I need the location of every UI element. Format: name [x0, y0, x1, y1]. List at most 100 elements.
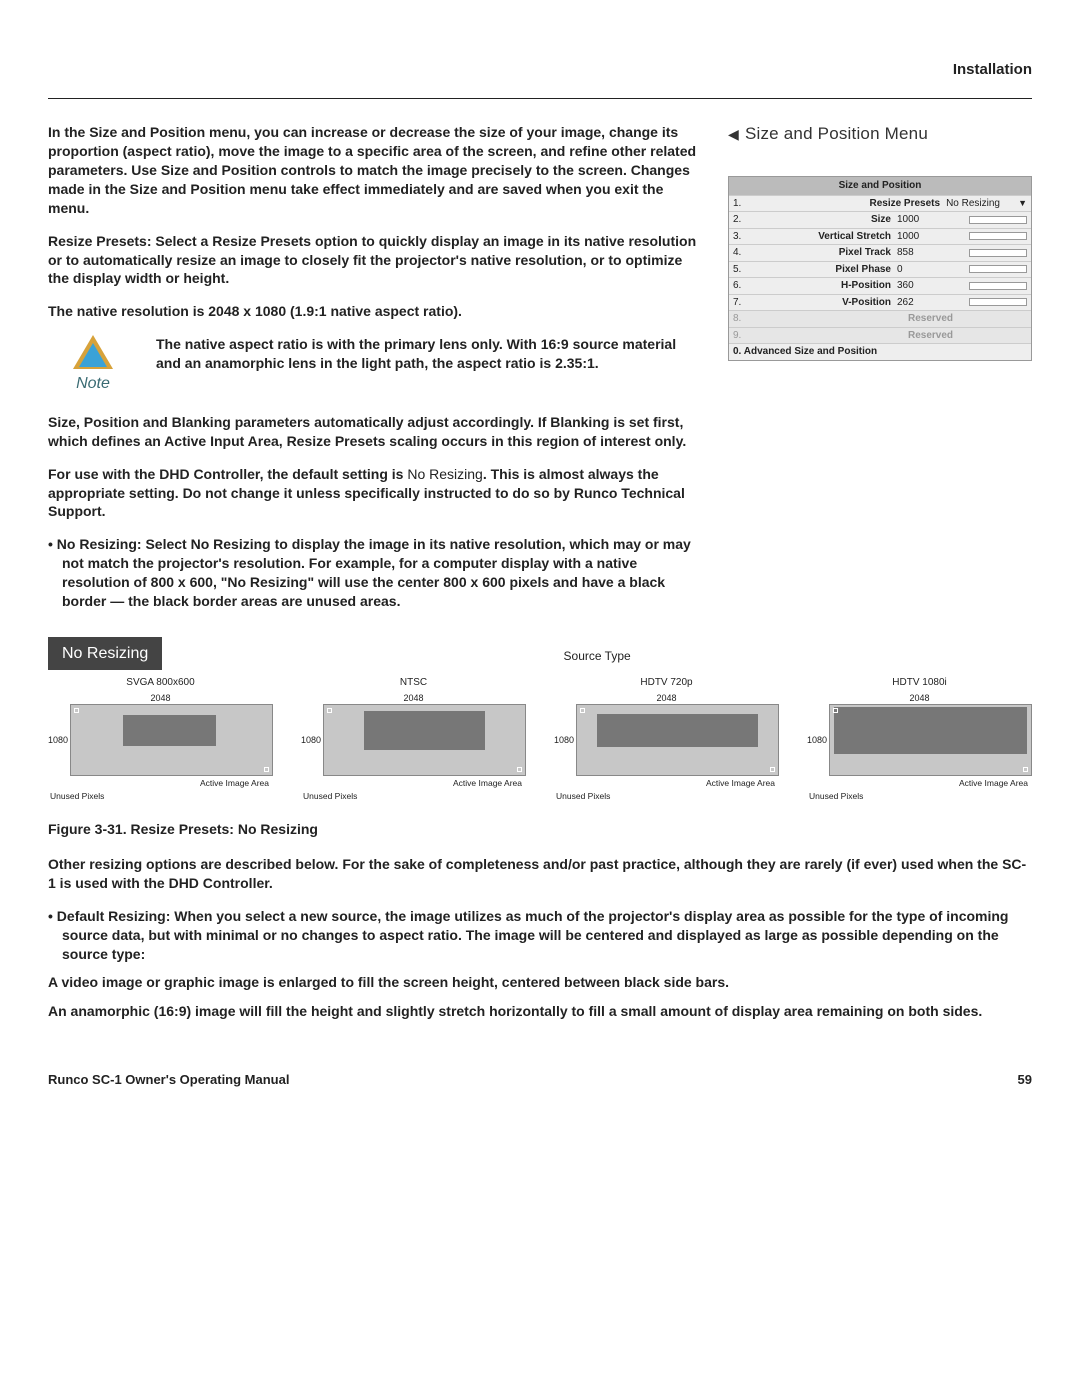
warning-icon — [73, 335, 113, 369]
thumb: HDTV 1080i 2048 1080 Active Image Area Unuse… — [807, 676, 1032, 802]
menu-value: 262 — [895, 296, 965, 310]
menu-label: Size — [749, 213, 895, 227]
thumb-width: 2048 — [554, 692, 779, 704]
resize-presets-head: Resize Presets: — [48, 233, 155, 249]
sub-bullet-2: An anamorphic (16:9) image will fill the… — [62, 1002, 1032, 1021]
thumb-frame — [70, 704, 273, 776]
active-area-label: Active Image Area — [807, 778, 1032, 789]
other-options-para: Other resizing options are described bel… — [48, 855, 1032, 893]
thumb-width: 2048 — [301, 692, 526, 704]
menu-slider[interactable] — [969, 282, 1027, 290]
menu-num: 7. — [733, 296, 749, 310]
bullet-list-2: Default Resizing: When you select a new … — [48, 907, 1032, 1021]
thumb-frame — [323, 704, 526, 776]
unused-pixels-label: Unused Pixels — [48, 791, 273, 802]
menu-slider[interactable] — [969, 232, 1027, 240]
active-image-area — [597, 714, 758, 748]
figure-tab: No Resizing — [48, 637, 162, 671]
menu-foot[interactable]: 0. Advanced Size and Position — [729, 343, 1031, 360]
sub-bullet-1: A video image or graphic image is enlarg… — [62, 973, 1032, 992]
page-footer: Runco SC-1 Owner's Operating Manual 59 — [48, 1071, 1032, 1089]
thumb-height: 1080 — [807, 734, 829, 746]
menu-num: 6. — [733, 279, 749, 293]
native-res-para: The native resolution is 2048 x 1080 (1.… — [48, 302, 700, 321]
bullet-list-1: No Resizing: Select No Resizing to displ… — [48, 535, 700, 611]
menu-row[interactable]: 2.Size1000 — [729, 211, 1031, 228]
menu-row[interactable]: 5.Pixel Phase0 — [729, 261, 1031, 278]
menu-value: 858 — [895, 246, 965, 260]
side-column: ◀ Size and Position Menu Size and Positio… — [728, 123, 1032, 625]
unused-pixels-label: Unused Pixels — [554, 791, 779, 802]
thumb-name: NTSC — [301, 676, 526, 690]
b1a: No Resizing: — [57, 536, 146, 552]
menu-label: Reserved — [749, 312, 957, 326]
menu-value: No Resizing — [944, 197, 1014, 211]
menu-num: 4. — [733, 246, 749, 260]
main-column: In the Size and Position menu, you can i… — [48, 123, 700, 625]
thumb: HDTV 720p20481080Active Image AreaUnused… — [554, 676, 779, 802]
menu-num: 3. — [733, 230, 749, 244]
thumb: NTSC20481080Active Image AreaUnused Pixe… — [301, 676, 526, 802]
active-area-label: Active Image Area — [48, 778, 273, 789]
b2a: Default Resizing: — [57, 908, 174, 924]
menu-label: Pixel Phase — [749, 263, 895, 277]
menu-num: 1. — [733, 197, 749, 211]
figure-caption: Figure 3-31. Resize Presets: No Resizing — [48, 820, 1032, 839]
osd-menu: Size and Position 1.Resize PresetsNo Res… — [728, 176, 1032, 361]
thumb-width: 2048 — [807, 692, 1032, 704]
active-area-label: Active Image Area — [301, 778, 526, 789]
thumb-name: SVGA 800x600 — [48, 676, 273, 690]
thumb-name: HDTV 720p — [554, 676, 779, 690]
p5a: For use with the DHD Controller, the def… — [48, 466, 407, 482]
footer-left: Runco SC-1 Owner's Operating Manual — [48, 1071, 289, 1089]
menu-value: 1000 — [895, 213, 965, 227]
menu-label: Pixel Track — [749, 246, 895, 260]
note-block: Note The native aspect ratio is with the… — [48, 335, 700, 395]
triangle-left-icon: ◀ — [728, 126, 739, 142]
menu-slider[interactable] — [969, 298, 1027, 306]
thumb-frame — [829, 704, 1032, 776]
menu-row[interactable]: 7.V-Position262 — [729, 294, 1031, 311]
active-image-area — [364, 711, 485, 750]
thumb-height: 1080 — [48, 734, 70, 746]
footer-right: 59 — [1018, 1071, 1032, 1089]
menu-value: 360 — [895, 279, 965, 293]
section-header: Installation — [48, 60, 1032, 80]
menu-row[interactable]: 4.Pixel Track858 — [729, 244, 1031, 261]
thumb-name: HDTV 1080i — [807, 676, 1032, 690]
chevron-down-icon[interactable]: ▼ — [1018, 197, 1027, 209]
side-title: ◀ Size and Position Menu — [728, 123, 1032, 146]
default-setting-para: For use with the DHD Controller, the def… — [48, 465, 700, 522]
b1b: Select No Resizing to display the image … — [62, 536, 691, 609]
menu-row[interactable]: 1.Resize PresetsNo Resizing▼ — [729, 195, 1031, 212]
side-title-text: Size and Position Menu — [745, 124, 928, 143]
unused-pixels-label: Unused Pixels — [807, 791, 1032, 802]
unused-pixels-label: Unused Pixels — [301, 791, 526, 802]
menu-num: 8. — [733, 312, 749, 326]
source-type-label: Source Type — [162, 648, 1032, 670]
menu-row[interactable]: 6.H-Position360 — [729, 277, 1031, 294]
menu-num: 9. — [733, 329, 749, 343]
menu-slider[interactable] — [969, 216, 1027, 224]
menu-slider[interactable] — [969, 265, 1027, 273]
active-area-label: Active Image Area — [554, 778, 779, 789]
menu-head: Size and Position — [729, 177, 1031, 195]
intro-paragraph: In the Size and Position menu, you can i… — [48, 123, 700, 217]
menu-label: V-Position — [749, 296, 895, 310]
menu-row[interactable]: 3.Vertical Stretch1000 — [729, 228, 1031, 245]
menu-value: 0 — [895, 263, 965, 277]
menu-num: 2. — [733, 213, 749, 227]
thumb-frame — [576, 704, 779, 776]
p5b: No Resizing — [407, 466, 482, 482]
menu-value: 1000 — [895, 230, 965, 244]
menu-label: Reserved — [749, 329, 957, 343]
thumb-width: 2048 — [48, 692, 273, 704]
blanking-para: Size, Position and Blanking parameters a… — [48, 413, 700, 451]
menu-num: 5. — [733, 263, 749, 277]
thumb: SVGA 800x600 2048 1080 Active Image Area Unu… — [48, 676, 273, 802]
active-image-area — [834, 707, 1027, 755]
menu-slider[interactable] — [969, 249, 1027, 257]
menu-row: 9.Reserved — [729, 327, 1031, 344]
note-badge: Note — [48, 335, 138, 395]
menu-label: Vertical Stretch — [749, 230, 895, 244]
